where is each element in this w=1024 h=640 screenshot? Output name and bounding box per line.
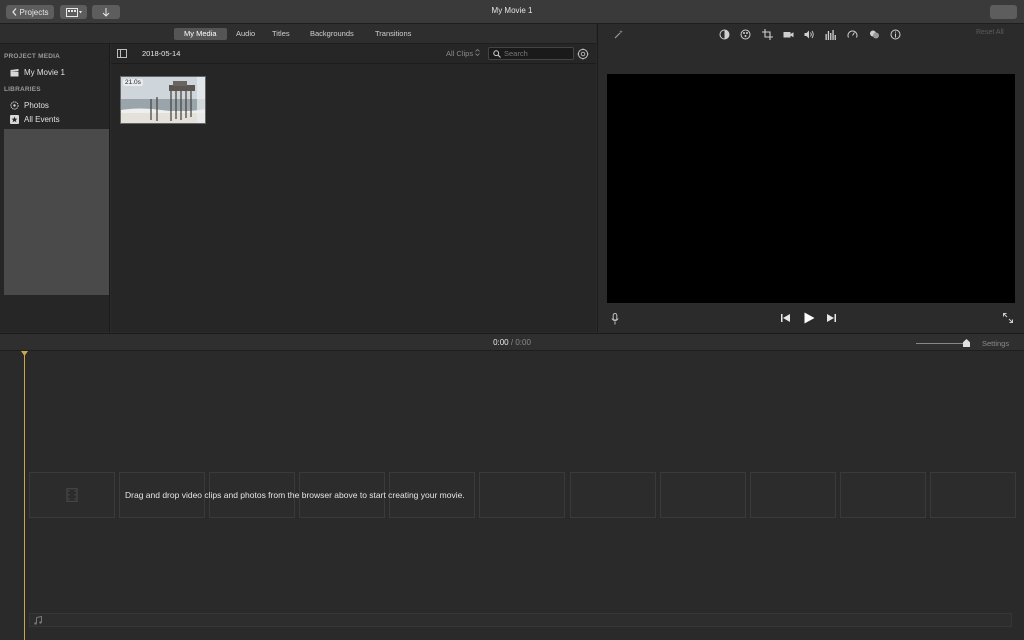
- libraries-heading: LIBRARIES: [4, 86, 41, 93]
- sidebar-item-my-movie[interactable]: My Movie 1: [10, 68, 65, 77]
- info-icon[interactable]: [890, 29, 901, 40]
- clip-filter-select[interactable]: All Clips: [446, 48, 480, 58]
- stabilization-camera-icon[interactable]: [783, 29, 794, 40]
- sidebar-empty-panel: [4, 129, 109, 295]
- search-field[interactable]: [488, 47, 574, 60]
- magic-wand-icon[interactable]: [613, 29, 624, 40]
- sidebar-item-label: My Movie 1: [24, 68, 65, 77]
- filmstrip-placeholder-icon: [66, 487, 78, 504]
- play-icon[interactable]: [803, 311, 815, 324]
- clapperboard-icon: [10, 68, 19, 77]
- event-date: 2018-05-14: [142, 49, 181, 58]
- timeline-placeholder-slot: [750, 472, 836, 518]
- playhead[interactable]: [24, 351, 25, 640]
- sidebar-item-label: All Events: [24, 115, 60, 124]
- timeline-placeholder-slot: [570, 472, 656, 518]
- sidebar-item-all-events[interactable]: All Events: [10, 115, 60, 124]
- video-overlay-icon[interactable]: [869, 29, 880, 40]
- search-icon: [493, 49, 501, 58]
- title-bar: Projects My Movie 1: [0, 0, 1024, 24]
- window-title: My Movie 1: [491, 6, 533, 15]
- skip-forward-icon[interactable]: [826, 313, 836, 323]
- time-separator: /: [510, 338, 514, 347]
- libraries-sidebar: PROJECT MEDIA My Movie 1 LIBRARIES Photo…: [0, 44, 110, 332]
- video-preview: [607, 74, 1015, 303]
- viewer-panel: Reset All: [597, 24, 1024, 332]
- fullscreen-icon[interactable]: [1002, 312, 1013, 323]
- timeline-placeholder-slot: [660, 472, 746, 518]
- clip-thumbnail[interactable]: 21.0s: [120, 76, 206, 124]
- project-media-heading: PROJECT MEDIA: [4, 53, 61, 60]
- media-browser: 2018-05-14 All Clips Search 21.0s: [111, 44, 596, 332]
- share-button[interactable]: [990, 5, 1017, 19]
- zoom-slider-track[interactable]: [916, 343, 968, 344]
- total-time: 0:00: [515, 338, 531, 347]
- tab-backgrounds[interactable]: Backgrounds: [300, 28, 364, 40]
- sidebar-toggle-icon[interactable]: [117, 49, 127, 60]
- search-input[interactable]: [504, 49, 574, 58]
- reset-all-button[interactable]: Reset All: [976, 29, 1004, 36]
- timeline-placeholder-slot: [479, 472, 565, 518]
- current-time: 0:00: [493, 338, 509, 347]
- tab-audio[interactable]: Audio: [226, 28, 265, 40]
- timeline-placeholder-slot: [840, 472, 926, 518]
- audio-track[interactable]: [29, 613, 1012, 627]
- media-tabs: My Media Audio Titles Backgrounds Transi…: [0, 24, 596, 44]
- timeline-header: 0:00 / 0:00 Settings: [0, 333, 1024, 351]
- equalizer-icon[interactable]: [825, 29, 836, 40]
- timeline-placeholder-slot: [29, 472, 115, 518]
- color-correction-icon[interactable]: [740, 29, 751, 40]
- timecode-display: 0:00 / 0:00: [0, 338, 1024, 347]
- microphone-icon[interactable]: [610, 312, 620, 325]
- browser-toolbar: 2018-05-14 All Clips: [111, 44, 596, 64]
- timeline-placeholder-slot: [930, 472, 1016, 518]
- tab-titles[interactable]: Titles: [262, 28, 300, 40]
- tab-transitions[interactable]: Transitions: [365, 28, 421, 40]
- timeline-settings-button[interactable]: Settings: [982, 339, 1009, 348]
- gear-icon[interactable]: [577, 48, 589, 60]
- empty-timeline-message: Drag and drop video clips and photos fro…: [125, 490, 465, 500]
- crop-icon[interactable]: [762, 29, 773, 40]
- skip-back-icon[interactable]: [780, 313, 790, 323]
- sidebar-item-photos[interactable]: Photos: [10, 101, 49, 110]
- tab-my-media[interactable]: My Media: [174, 28, 227, 40]
- photos-flower-icon: [10, 101, 19, 110]
- music-note-icon: [34, 615, 42, 627]
- clip-duration-badge: 21.0s: [123, 79, 143, 86]
- star-icon: [10, 115, 19, 124]
- sidebar-item-label: Photos: [24, 101, 49, 110]
- color-balance-icon[interactable]: [719, 29, 730, 40]
- volume-icon[interactable]: [804, 29, 815, 40]
- clip-filter-value: All Clips: [446, 49, 474, 58]
- timeline[interactable]: Drag and drop video clips and photos fro…: [0, 351, 1024, 640]
- updown-chevron-icon: [475, 48, 480, 58]
- speedometer-icon[interactable]: [847, 29, 858, 40]
